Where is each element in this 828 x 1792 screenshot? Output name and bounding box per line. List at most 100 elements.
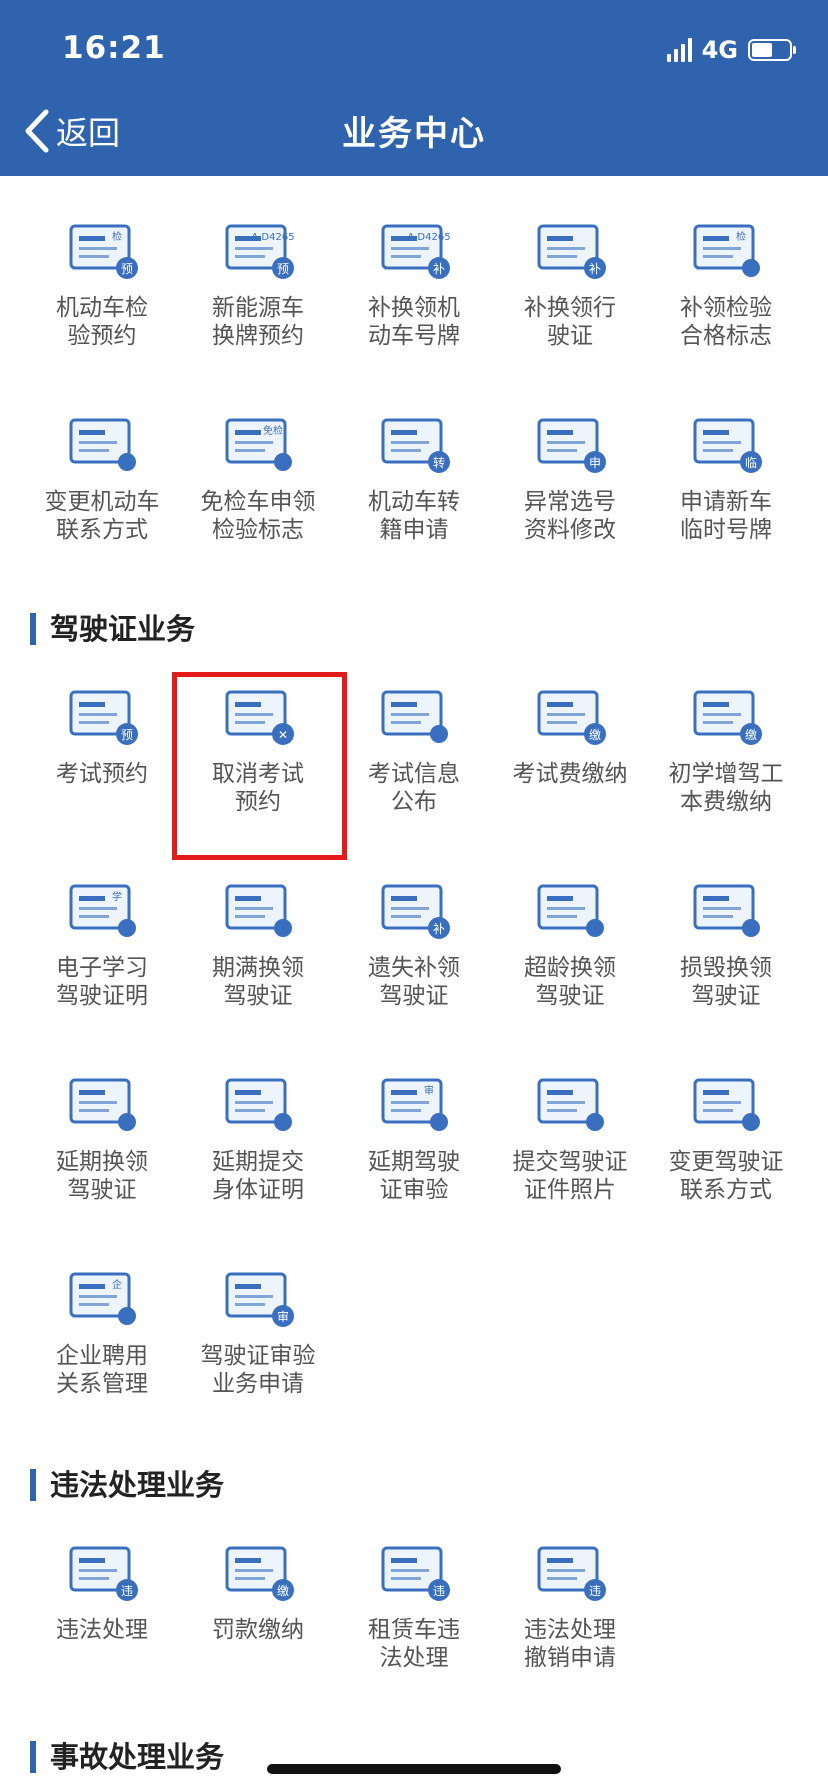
icon-badge-text: 缴 — [745, 727, 757, 742]
home-indicator — [267, 1764, 561, 1774]
icon-tag-text: 企 — [112, 1278, 122, 1291]
icon-badge-text: 缴 — [277, 1583, 289, 1598]
service-tile[interactable]: 学电子学习 驾驶证明 — [24, 874, 180, 1010]
service-tile[interactable]: 免检免检车申领 检验标志 — [180, 408, 336, 544]
service-label: 延期提交 身体证明 — [212, 1149, 304, 1203]
icon-badge-text: 临 — [745, 456, 757, 470]
service-icon: 审 — [219, 1262, 297, 1330]
service-icon — [219, 874, 297, 942]
service-label: 罚款缴纳 — [212, 1617, 304, 1643]
service-icon — [219, 1068, 297, 1136]
service-icon: 审 — [375, 1068, 453, 1136]
service-icon: 预 — [63, 680, 141, 748]
service-label: 超龄换领 驾驶证 — [524, 955, 616, 1009]
service-tile[interactable]: 缴考试费缴纳 — [492, 680, 648, 788]
service-icon — [63, 1068, 141, 1136]
icon-badge-text: 预 — [121, 728, 133, 742]
service-tile[interactable]: A·D4265 补补换领机 动车号牌 — [336, 214, 492, 350]
network-type: 4G — [701, 36, 738, 64]
icon-badge-text: 违 — [121, 1584, 133, 1598]
service-tile[interactable]: 变更驾驶证 联系方式 — [648, 1068, 804, 1204]
service-tile[interactable]: 超龄换领 驾驶证 — [492, 874, 648, 1010]
icon-badge-text: 违 — [433, 1584, 445, 1598]
service-tile[interactable]: 缴罚款缴纳 — [180, 1536, 336, 1644]
service-label: 提交驾驶证 证件照片 — [512, 1149, 628, 1203]
section-title-license: 驾驶证业务 — [30, 613, 195, 645]
service-icon — [687, 1068, 765, 1136]
service-tile[interactable]: 损毁换领 驾驶证 — [648, 874, 804, 1010]
service-icon: 免检 — [219, 408, 297, 476]
service-icon: 缴 — [531, 680, 609, 748]
icon-tag-text: 检 — [736, 230, 746, 243]
service-label: 违法处理 — [56, 1617, 148, 1643]
service-label: 申请新车 临时号牌 — [680, 489, 772, 543]
service-tile[interactable]: A·D4265 预新能源车 换牌预约 — [180, 214, 336, 350]
service-tile[interactable]: 延期提交 身体证明 — [180, 1068, 336, 1204]
battery-icon — [748, 39, 796, 61]
service-label: 延期驾驶 证审验 — [368, 1149, 460, 1203]
service-tile[interactable]: 提交驾驶证 证件照片 — [492, 1068, 648, 1204]
service-label: 机动车检 验预约 — [56, 295, 148, 349]
service-tile[interactable]: 期满换领 驾驶证 — [180, 874, 336, 1010]
service-label: 企业聘用 关系管理 — [56, 1343, 148, 1397]
service-icon — [531, 874, 609, 942]
service-icon: 补 — [375, 874, 453, 942]
service-label: 考试信息 公布 — [368, 761, 460, 815]
service-tile[interactable]: 预考试预约 — [24, 680, 180, 788]
service-label: 新能源车 换牌预约 — [212, 295, 304, 349]
service-tile[interactable]: 检补领检验 合格标志 — [648, 214, 804, 350]
service-label: 延期换领 驾驶证 — [56, 1149, 148, 1203]
service-label: 补领检验 合格标志 — [680, 295, 772, 349]
highlight-box — [172, 672, 347, 860]
icon-badge-text: 审 — [277, 1309, 289, 1324]
service-icon: 检 — [687, 214, 765, 282]
icon-tag-text: 审 — [424, 1084, 434, 1097]
service-label: 考试预约 — [56, 761, 148, 787]
service-label: 免检车申领 检验标志 — [200, 489, 316, 543]
service-icon: 补 — [531, 214, 609, 282]
icon-badge-text: 补 — [589, 262, 601, 276]
service-icon: 缴 — [219, 1536, 297, 1604]
service-label: 考试费缴纳 — [512, 761, 628, 787]
service-tile[interactable]: 审延期驾驶 证审验 — [336, 1068, 492, 1204]
icon-badge-text: 缴 — [589, 727, 601, 742]
service-icon: 违 — [63, 1536, 141, 1604]
service-tile[interactable]: 补遗失补领 驾驶证 — [336, 874, 492, 1010]
section-title-accident: 事故处理业务 — [30, 1741, 224, 1773]
service-tile[interactable]: 企企业聘用 关系管理 — [24, 1262, 180, 1398]
service-tile[interactable]: 检预机动车检 验预约 — [24, 214, 180, 350]
service-label: 驾驶证审验 业务申请 — [200, 1343, 316, 1397]
service-icon — [531, 1068, 609, 1136]
icon-badge-text: 补 — [433, 262, 445, 276]
service-tile[interactable]: 变更机动车 联系方式 — [24, 408, 180, 544]
service-tile[interactable]: 申异常选号 资料修改 — [492, 408, 648, 544]
service-icon: 学 — [63, 874, 141, 942]
service-tile[interactable]: 违违法处理 撤销申请 — [492, 1536, 648, 1672]
service-label: 遗失补领 驾驶证 — [368, 955, 460, 1009]
service-tile[interactable]: 考试信息 公布 — [336, 680, 492, 816]
service-label: 初学增驾工 本费缴纳 — [668, 761, 784, 815]
service-icon: 企 — [63, 1262, 141, 1330]
service-tile[interactable]: 缴初学增驾工 本费缴纳 — [648, 680, 804, 816]
service-tile[interactable]: 违租赁车违 法处理 — [336, 1536, 492, 1672]
service-label: 变更机动车 联系方式 — [44, 489, 160, 543]
service-tile[interactable]: 违违法处理 — [24, 1536, 180, 1644]
service-label: 租赁车违 法处理 — [368, 1617, 460, 1671]
service-label: 变更驾驶证 联系方式 — [668, 1149, 784, 1203]
status-indicators: 4G — [666, 30, 796, 70]
service-tile[interactable]: 转机动车转 籍申请 — [336, 408, 492, 544]
section-title-violation: 违法处理业务 — [30, 1469, 224, 1501]
service-tile[interactable]: 补补换领行 驶证 — [492, 214, 648, 350]
service-icon: 缴 — [687, 680, 765, 748]
icon-tag-text: 学 — [112, 890, 122, 903]
app-header: 16:21 4G 返回 业务中心 — [0, 0, 828, 176]
service-label: 异常选号 资料修改 — [524, 489, 616, 543]
icon-badge-text: 预 — [121, 262, 133, 276]
service-label: 补换领行 驶证 — [524, 295, 616, 349]
icon-badge-text: 补 — [433, 922, 445, 936]
service-tile[interactable]: 临申请新车 临时号牌 — [648, 408, 804, 544]
service-icon — [63, 408, 141, 476]
service-tile[interactable]: 审驾驶证审验 业务申请 — [180, 1262, 336, 1398]
service-tile[interactable]: 延期换领 驾驶证 — [24, 1068, 180, 1204]
icon-tag-text: A·D4265 — [251, 232, 294, 243]
